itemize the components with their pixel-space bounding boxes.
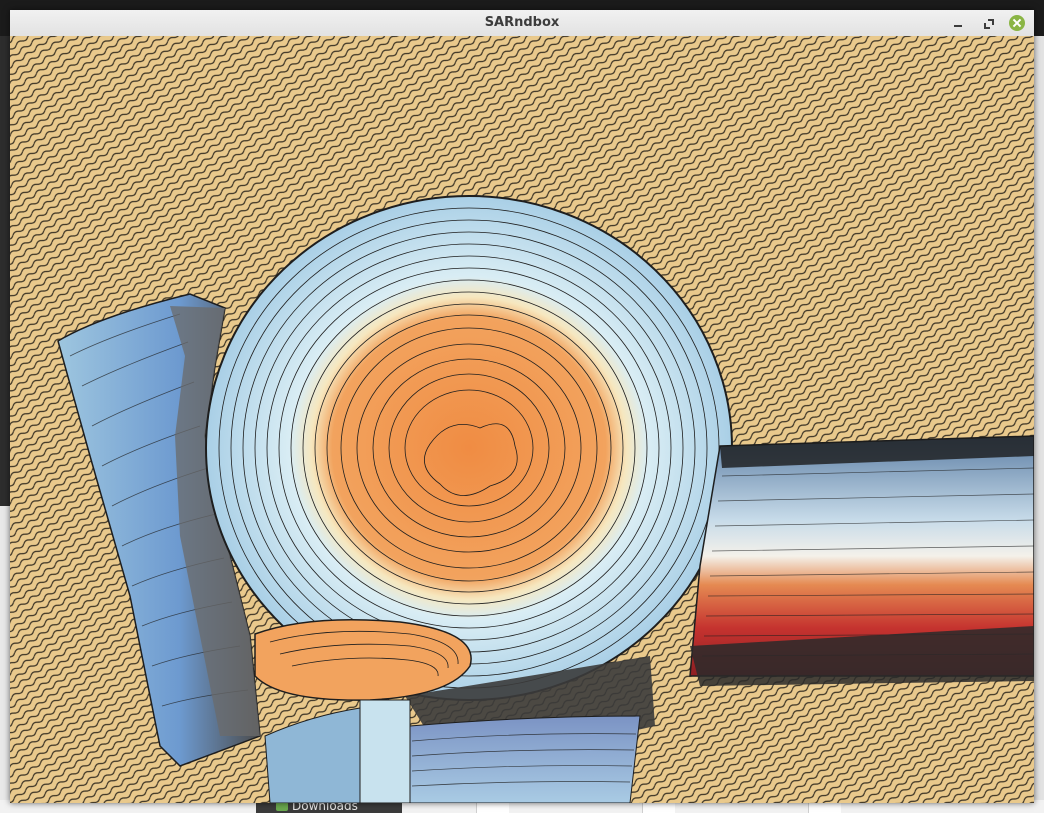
maximize-button[interactable] [980,15,996,31]
sarndbox-window: SARndbox [10,10,1034,803]
taskbar-thumbnail[interactable] [808,802,841,813]
minimize-button[interactable] [950,15,966,31]
background-window-edge-right [1034,36,1044,806]
right-ridge [689,435,1034,686]
close-button[interactable] [1009,15,1025,31]
title-bar[interactable]: SARndbox [10,10,1034,37]
topography-render [10,36,1034,803]
folder-icon [276,802,288,811]
taskbar-thumbnail[interactable] [476,802,509,813]
orange-ledge [254,618,472,701]
taskbar-thumbnail[interactable] [642,802,675,813]
window-title: SARndbox [484,15,560,30]
dome-mound [205,195,733,701]
topography-viewport[interactable] [10,36,1034,803]
